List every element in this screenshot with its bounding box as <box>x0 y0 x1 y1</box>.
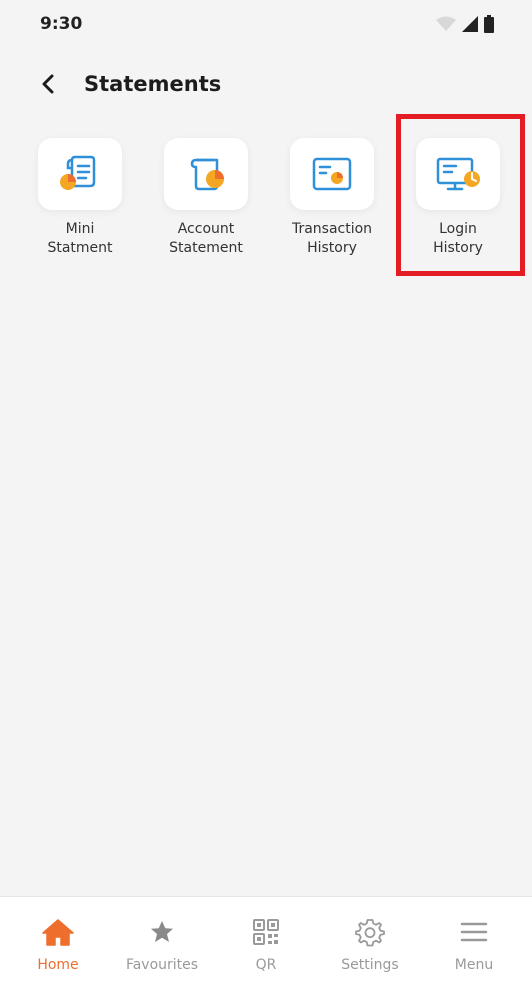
wifi-icon <box>436 16 456 31</box>
qr-icon <box>253 919 279 945</box>
nav-label: QR <box>255 957 277 973</box>
nav-label: Menu <box>454 957 494 973</box>
tile-icon-box <box>290 138 374 210</box>
nav-label: Home <box>37 957 79 973</box>
account-statement-icon <box>190 158 224 191</box>
star-icon <box>151 921 173 942</box>
status-icons <box>436 15 494 33</box>
nav-qr[interactable]: QR <box>214 897 318 985</box>
page-title: Statements <box>84 72 222 96</box>
tile-icon-box <box>164 138 248 210</box>
tile-label: Account Statement <box>169 221 243 256</box>
login-history-icon <box>436 157 480 191</box>
bottom-nav: Home Favourites QR Settings Menu <box>0 896 532 985</box>
transaction-history-icon <box>312 157 352 191</box>
nav-settings[interactable]: Settings <box>318 897 422 985</box>
tile-mini-statement[interactable]: Mini Statment <box>17 138 143 258</box>
menu-icon <box>460 922 488 942</box>
status-bar: 9:30 <box>0 0 532 48</box>
signal-icon <box>462 16 478 32</box>
back-button[interactable] <box>26 62 70 106</box>
tile-account-statement[interactable]: Account Statement <box>143 138 269 258</box>
tile-transaction-history[interactable]: Transaction History <box>269 138 395 258</box>
tile-login-history[interactable]: Login History <box>395 138 521 258</box>
chevron-left-icon <box>42 74 54 94</box>
tile-label: Transaction History <box>291 221 373 256</box>
nav-label: Favourites <box>125 957 199 973</box>
nav-label: Settings <box>341 957 399 973</box>
tile-icon-box <box>416 138 500 210</box>
nav-home[interactable]: Home <box>6 897 110 985</box>
mini-statement-icon <box>60 155 96 190</box>
tile-label: Login History <box>433 221 483 256</box>
statement-options: Mini Statment Account Statement Transact… <box>0 138 532 258</box>
nav-favourites[interactable]: Favourites <box>110 897 214 985</box>
battery-icon <box>484 15 494 33</box>
header: Statements <box>0 62 532 106</box>
gear-icon <box>355 919 385 947</box>
status-time: 9:30 <box>40 14 83 34</box>
nav-menu[interactable]: Menu <box>422 897 526 985</box>
home-icon <box>42 919 74 946</box>
tile-icon-box <box>38 138 122 210</box>
tile-label: Mini Statment <box>47 221 113 256</box>
